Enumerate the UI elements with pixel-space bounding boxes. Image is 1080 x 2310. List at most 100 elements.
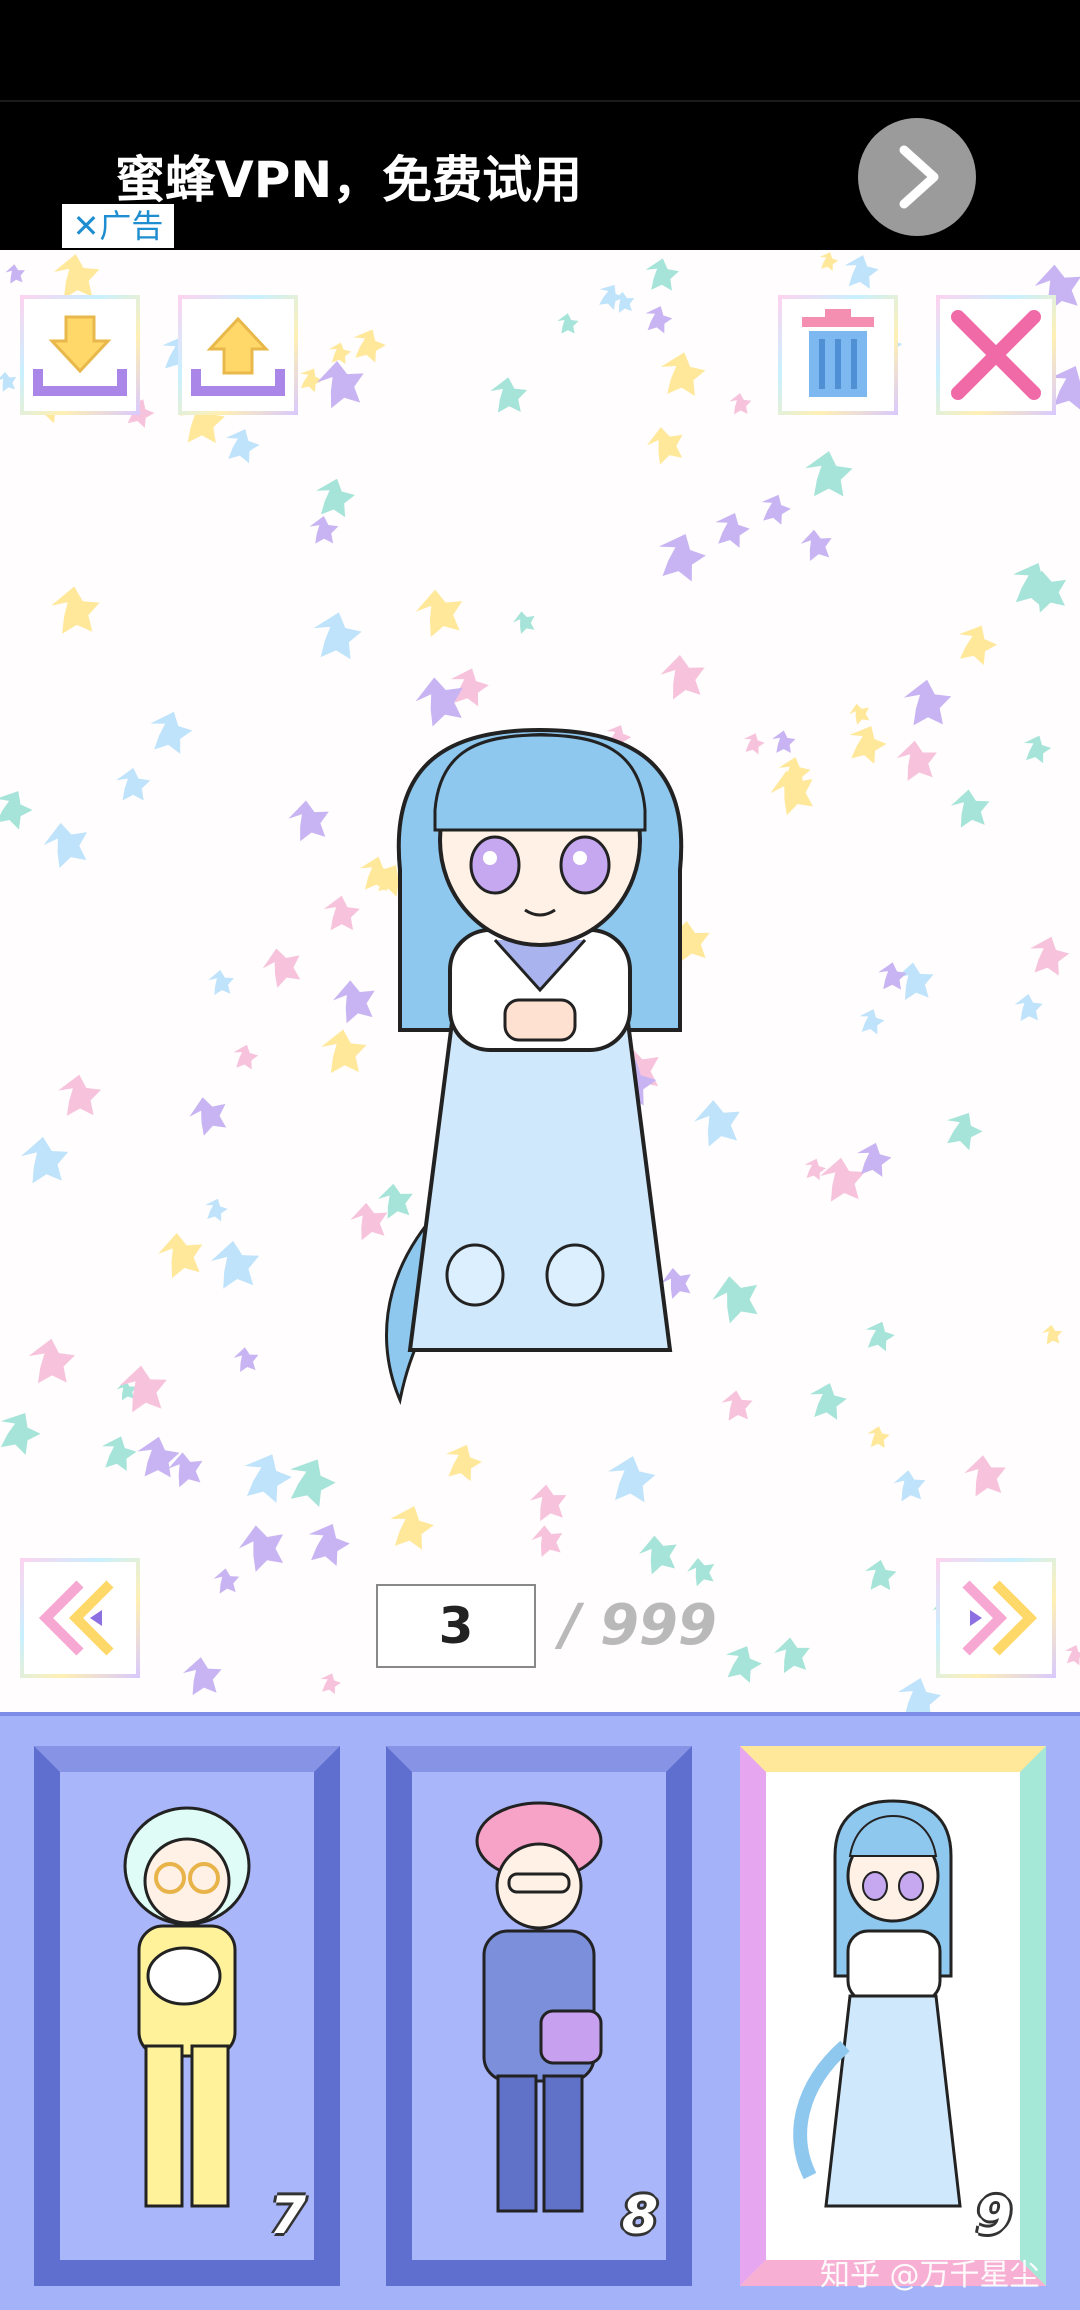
star-decoration xyxy=(896,1676,943,1712)
export-button[interactable] xyxy=(178,295,298,415)
star-decoration xyxy=(772,1634,813,1675)
star-decoration xyxy=(4,263,27,285)
ad-banner[interactable]: 蜜蜂VPN，免费试用 ✕广告 xyxy=(0,102,1080,250)
star-decoration xyxy=(49,584,102,635)
page-number-input[interactable]: 3 xyxy=(376,1584,536,1668)
page-total: / 999 xyxy=(560,1593,717,1658)
star-decoration xyxy=(489,376,528,413)
star-decoration xyxy=(729,392,752,415)
character-stage: 3 / 999 xyxy=(0,250,1080,1712)
star-decoration xyxy=(136,1436,180,1478)
star-decoration xyxy=(720,1641,766,1685)
double-chevron-left-icon xyxy=(38,1580,114,1656)
upload-tray-icon xyxy=(191,316,285,396)
next-page-button[interactable] xyxy=(936,1558,1056,1678)
star-decoration xyxy=(856,1007,887,1036)
star-decoration xyxy=(846,700,874,727)
ad-close-tag[interactable]: ✕广告 xyxy=(62,204,174,248)
slot-number: 9 xyxy=(975,2186,1012,2246)
star-decoration xyxy=(642,303,675,335)
star-decoration xyxy=(807,1380,849,1421)
star-decoration xyxy=(711,509,753,549)
star-decoration xyxy=(1027,934,1072,977)
delete-button[interactable] xyxy=(778,295,898,415)
star-decoration xyxy=(52,252,101,299)
star-decoration xyxy=(940,1107,987,1153)
star-decoration xyxy=(952,620,1001,668)
star-decoration xyxy=(208,1238,263,1290)
star-decoration xyxy=(893,960,936,1001)
star-decoration xyxy=(866,1425,891,1449)
ad-tag-label: ✕广告 xyxy=(72,207,164,245)
save-slot-9-selected[interactable]: 9 xyxy=(740,1746,1046,2286)
star-decoration xyxy=(658,350,707,397)
star-decoration xyxy=(184,1090,234,1139)
star-decoration xyxy=(802,1156,828,1181)
star-decoration xyxy=(1020,733,1053,765)
star-decoration xyxy=(1041,1323,1064,1345)
star-decoration xyxy=(842,253,881,290)
slot-number: 8 xyxy=(621,2186,658,2246)
chevron-right-icon xyxy=(899,145,939,209)
import-button[interactable] xyxy=(20,295,140,415)
star-decoration xyxy=(257,941,308,991)
star-decoration xyxy=(38,816,95,871)
star-decoration xyxy=(309,515,339,544)
star-decoration xyxy=(0,1406,46,1458)
save-slot-8[interactable]: 8 xyxy=(386,1746,692,2286)
save-slot-7[interactable]: 7 xyxy=(34,1746,340,2286)
star-decoration xyxy=(202,1196,230,1223)
star-decoration xyxy=(844,721,890,766)
star-decoration xyxy=(1014,993,1044,1022)
star-decoration xyxy=(116,767,151,801)
prev-page-button[interactable] xyxy=(20,1558,140,1678)
star-decoration xyxy=(19,1134,71,1185)
star-decoration xyxy=(903,679,952,726)
star-decoration xyxy=(313,356,369,410)
double-chevron-right-icon xyxy=(962,1580,1038,1656)
star-decoration xyxy=(771,730,796,754)
star-decoration xyxy=(894,737,941,782)
star-decoration xyxy=(864,1559,897,1591)
star-decoration xyxy=(232,1345,261,1373)
star-decoration xyxy=(557,313,579,334)
star-decoration xyxy=(962,1452,1010,1498)
star-decoration xyxy=(221,425,263,465)
star-decoration xyxy=(1063,1643,1080,1666)
star-decoration xyxy=(207,968,236,996)
star-decoration xyxy=(146,708,195,756)
ad-open-button[interactable] xyxy=(858,118,976,236)
star-decoration xyxy=(28,1338,76,1384)
save-slot-panel: 7 8 9 知乎 @万千星尘 xyxy=(0,1712,1080,2310)
star-decoration xyxy=(757,491,794,527)
star-decoration xyxy=(818,1155,868,1203)
star-decoration xyxy=(212,1567,241,1595)
star-decoration xyxy=(804,450,853,497)
star-decoration xyxy=(231,1043,260,1071)
download-tray-icon xyxy=(33,315,127,396)
star-decoration xyxy=(57,1074,102,1116)
star-decoration xyxy=(0,785,37,832)
star-decoration xyxy=(653,529,710,584)
star-decoration xyxy=(318,1671,343,1695)
star-decoration xyxy=(98,1433,139,1473)
star-decoration xyxy=(892,1468,928,1503)
star-decoration xyxy=(877,962,907,990)
star-decoration xyxy=(181,1655,224,1696)
star-decoration xyxy=(949,787,993,829)
ad-text[interactable]: 蜜蜂VPN，免费试用 xyxy=(115,140,582,212)
star-decoration xyxy=(798,526,836,563)
star-decoration xyxy=(644,257,680,291)
close-button[interactable] xyxy=(936,295,1056,415)
star-decoration xyxy=(237,1448,296,1505)
star-decoration xyxy=(313,476,357,518)
star-decoration xyxy=(0,369,19,393)
slot-number: 7 xyxy=(269,2186,306,2246)
star-decoration xyxy=(643,421,689,467)
star-decoration xyxy=(862,1318,897,1353)
close-icon xyxy=(951,310,1041,400)
star-decoration xyxy=(285,796,333,843)
watermark: 知乎 @万千星尘 xyxy=(820,2258,1040,2293)
character-preview xyxy=(385,727,684,1406)
star-decoration xyxy=(349,325,389,364)
